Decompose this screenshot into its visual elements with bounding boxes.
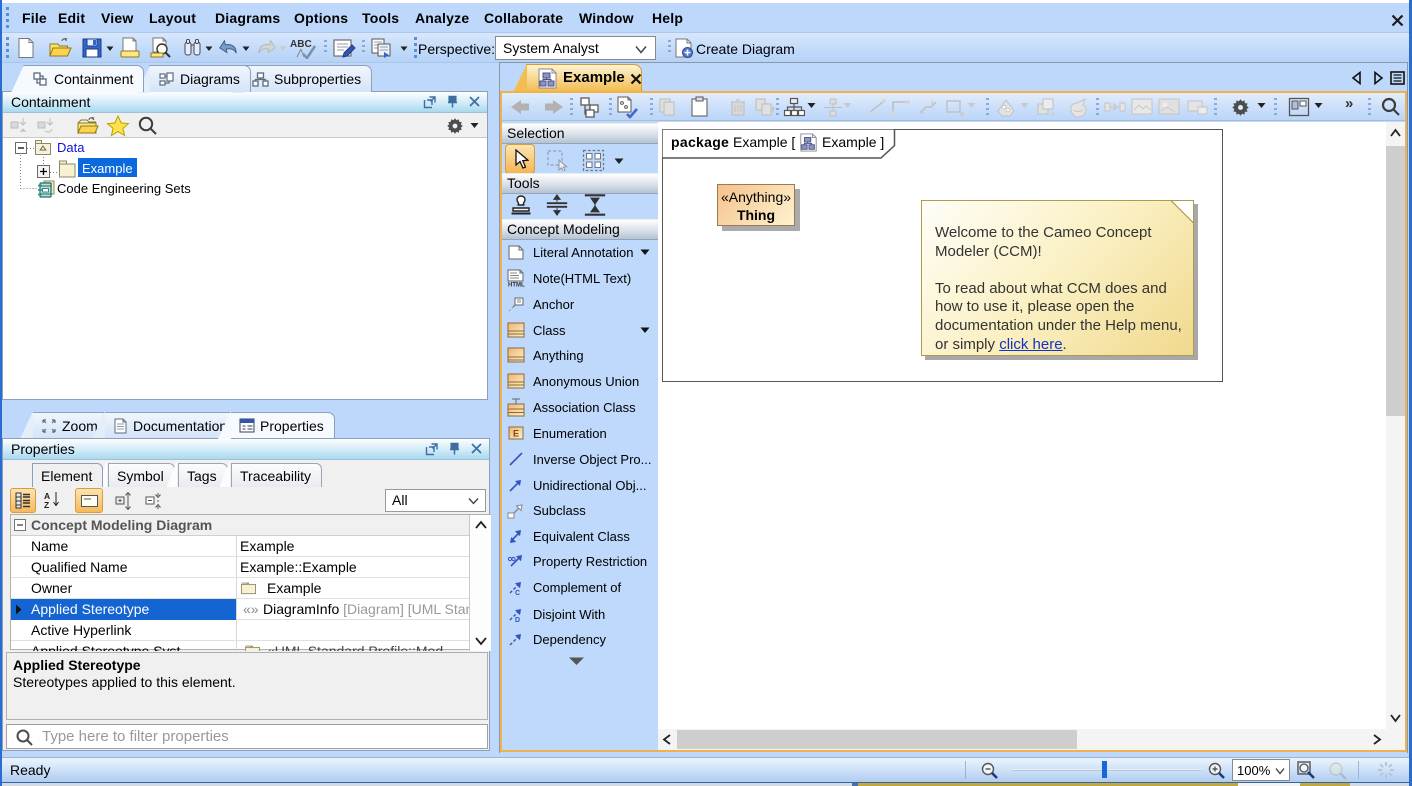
svg-text:ABC: ABC: [290, 39, 312, 50]
svg-text:HTML: HTML: [508, 283, 525, 288]
svg-text:D: D: [515, 617, 520, 623]
svg-text:Z: Z: [44, 500, 49, 509]
svg-text:C: C: [515, 590, 520, 596]
svg-text:E: E: [513, 429, 519, 439]
